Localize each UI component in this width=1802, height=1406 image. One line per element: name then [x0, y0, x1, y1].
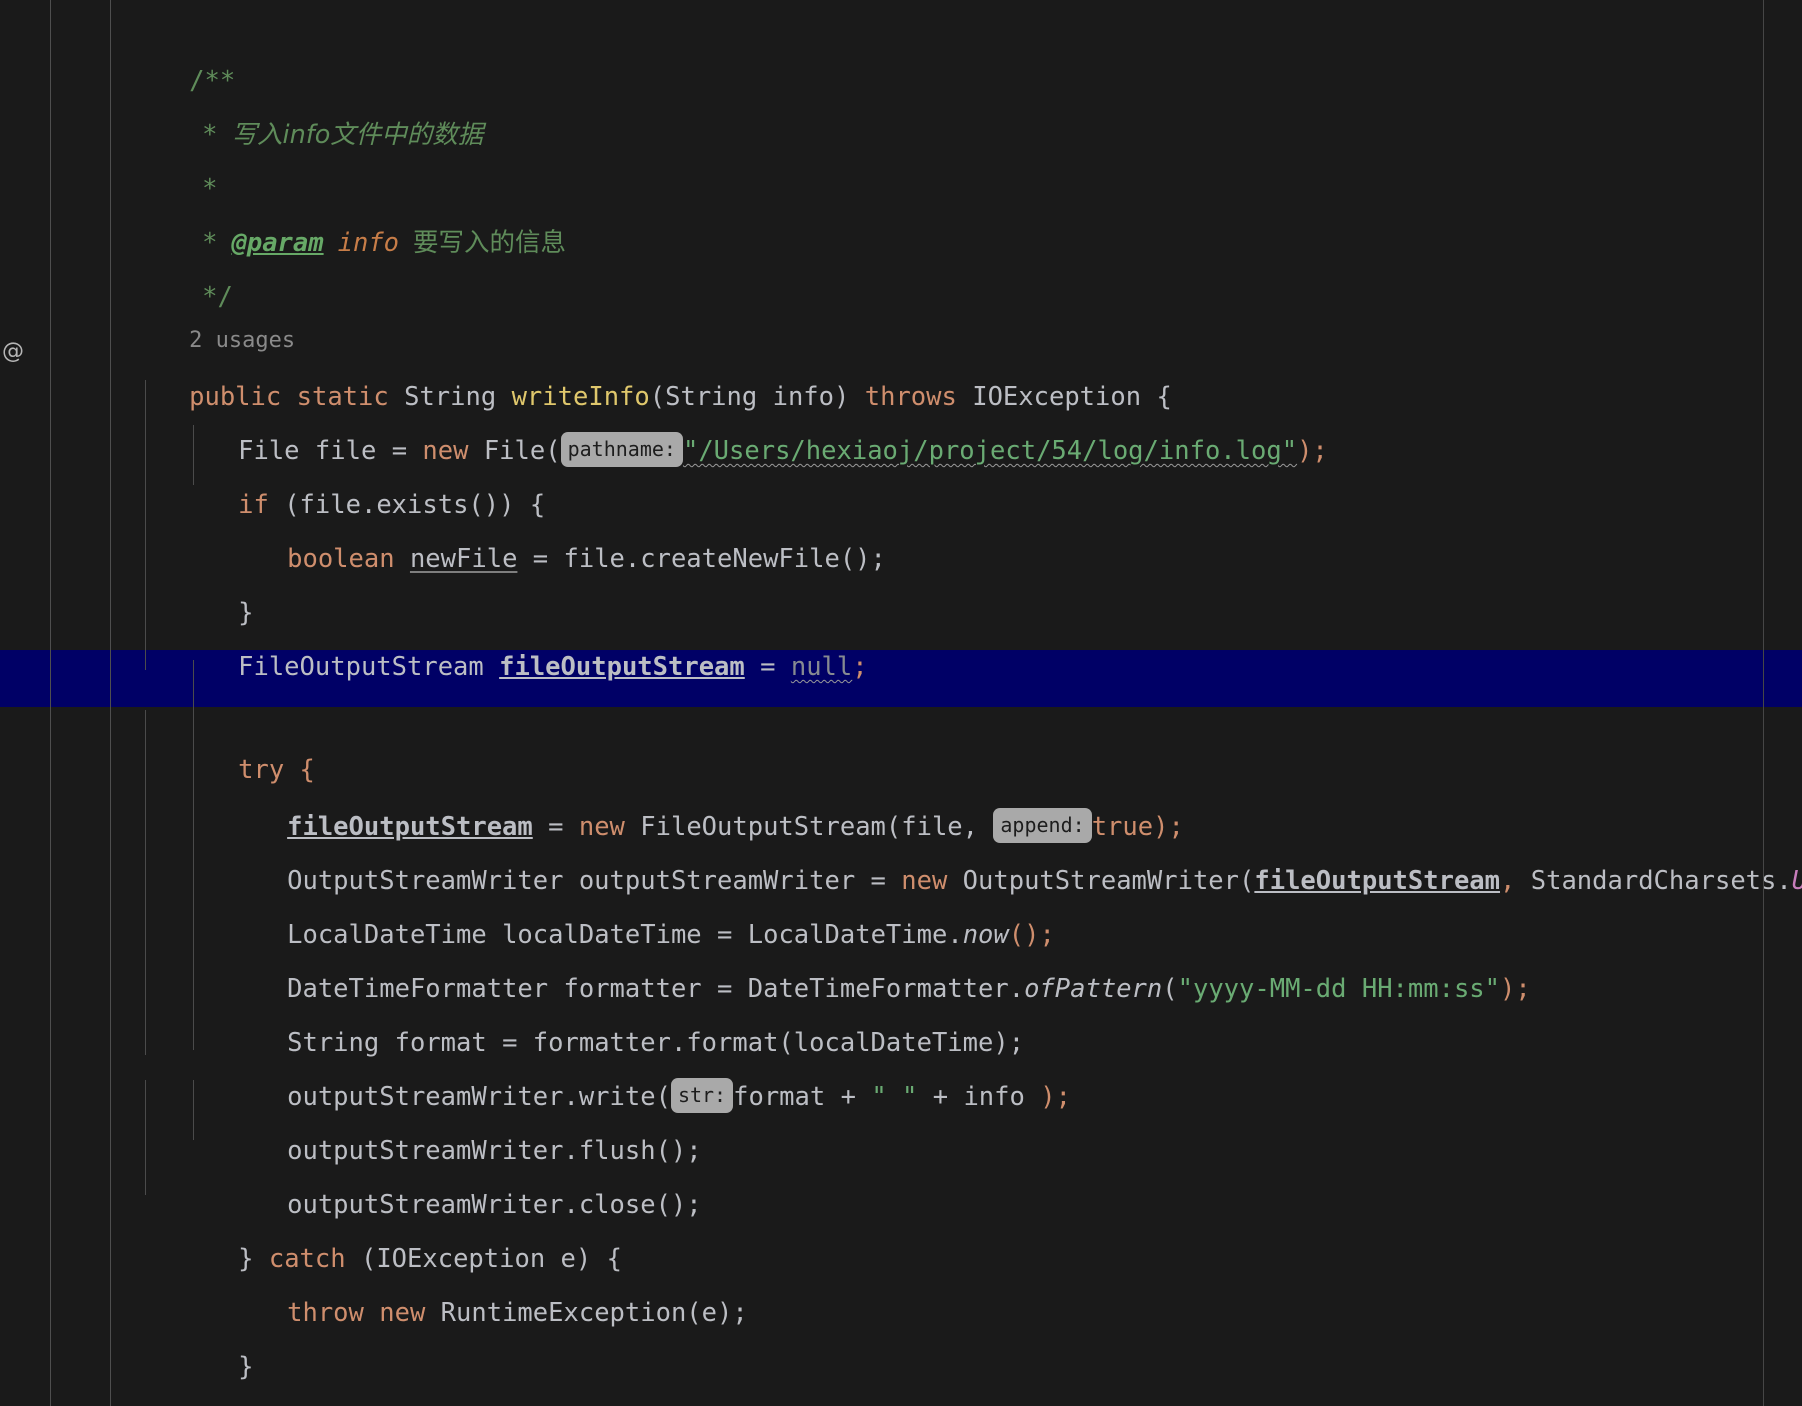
code-line-selected-blank[interactable]	[0, 640, 1802, 697]
code-line-javadoc-open[interactable]: /**	[0, 0, 1802, 96]
code-lines[interactable]: /** * 写入info文件中的数据 * * @param info 要写入的信息 */…	[0, 0, 1802, 1394]
code-line-close-call[interactable]: outputStreamWriter.close();	[0, 1124, 1802, 1220]
code-line-format-declaration[interactable]: String format = formatter.format(localDa…	[0, 962, 1802, 1058]
code-line-javadoc-blank[interactable]: *	[0, 108, 1802, 204]
code-line-new-file-declaration[interactable]: boolean newFile = file.createNewFile();	[0, 478, 1802, 574]
code-line-localdatetime-declaration[interactable]: LocalDateTime localDateTime = LocalDateT…	[0, 854, 1802, 950]
code-line-close-if[interactable]: }	[0, 532, 1802, 628]
code-line-fos-assignment[interactable]: fileOutputStream = new FileOutputStream(…	[0, 746, 1802, 843]
code-line-file-declaration[interactable]: File file = new File(pathname: "/Users/he…	[0, 370, 1802, 467]
code-line-usages-inlay[interactable]: 2 usages	[0, 270, 1802, 353]
gutter-annotation-icon[interactable]: @	[2, 341, 24, 363]
code-line-return[interactable]: return "写入成功";	[0, 1340, 1802, 1394]
gutter-separator-right	[110, 0, 111, 1406]
code-line-catch[interactable]: } catch (IOException e) {	[0, 1178, 1802, 1274]
gutter-separator-left	[50, 0, 51, 1406]
code-line-if-exists[interactable]: if (file.exists()) {	[0, 424, 1802, 520]
code-line-try[interactable]: try {	[0, 697, 1802, 785]
code-line-javadoc-close[interactable]: */	[0, 216, 1802, 312]
code-line-formatter-declaration[interactable]: DateTimeFormatter formatter = DateTimeFo…	[0, 908, 1802, 1004]
code-editor[interactable]: @ /** * 写入info文件中的数据 * * @param info 要写入的信息 …	[0, 0, 1802, 1406]
code-line-javadoc-desc[interactable]: * 写入info文件中的数据	[0, 54, 1802, 150]
code-line-osw-declaration[interactable]: OutputStreamWriter outputStreamWriter = …	[0, 800, 1802, 896]
code-line-method-signature[interactable]: public static String writeInfo(String in…	[0, 316, 1802, 412]
editor-right-margin-rule	[1763, 0, 1764, 1406]
code-line-flush-call[interactable]: outputStreamWriter.flush();	[0, 1070, 1802, 1166]
code-line-javadoc-param[interactable]: * @param info 要写入的信息	[0, 162, 1802, 258]
code-line-write-call[interactable]: outputStreamWriter.write(str: format + " …	[0, 1016, 1802, 1113]
code-line-close-catch[interactable]: }	[0, 1286, 1802, 1382]
code-line-fos-declaration[interactable]: FileOutputStream fileOutputStream = null…	[0, 586, 1802, 682]
code-line-throw[interactable]: throw new RuntimeException(e);	[0, 1232, 1802, 1328]
